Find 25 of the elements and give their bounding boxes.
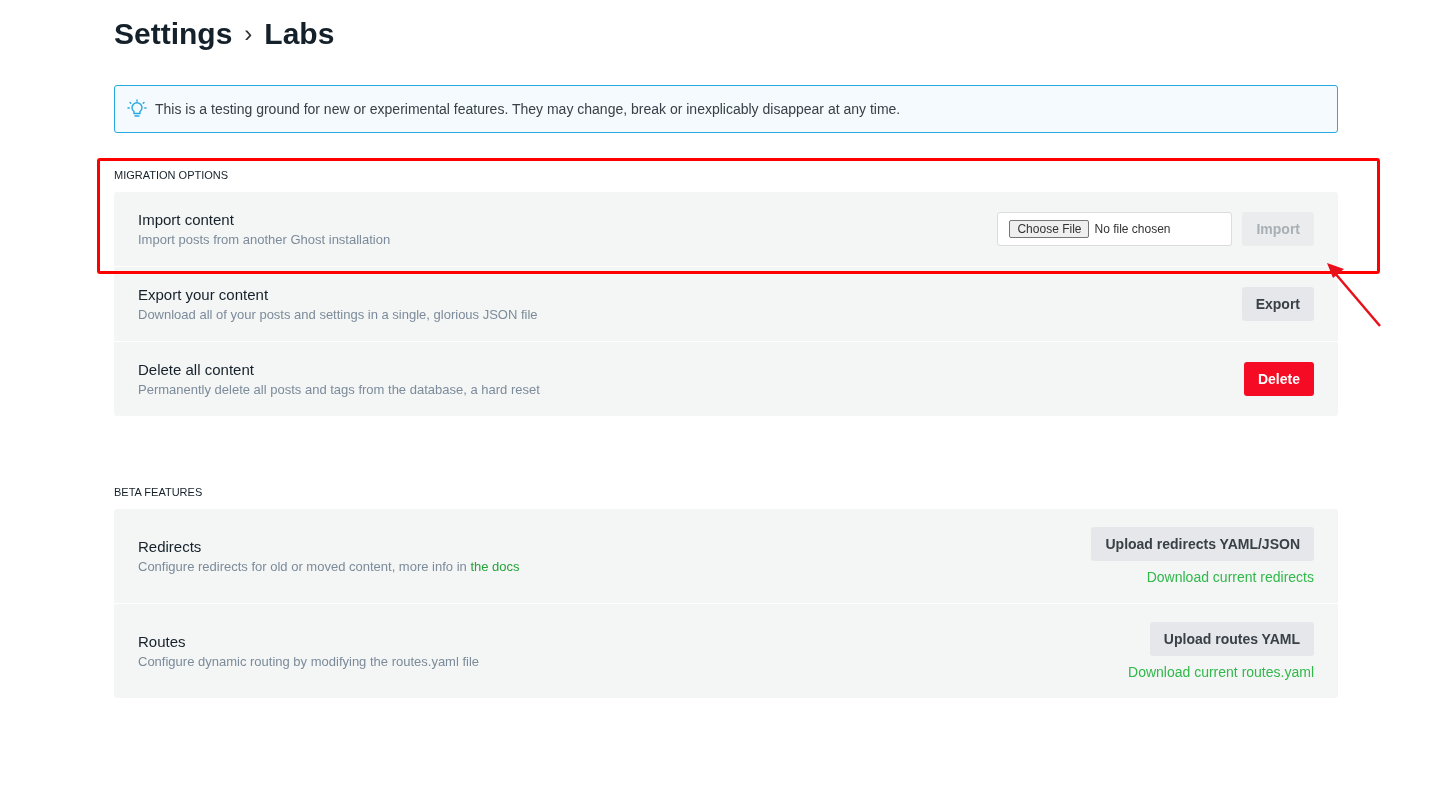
action-button[interactable]: Upload routes YAML [1149,622,1314,656]
row-title: Delete all content [138,361,255,378]
page-title: Labs [264,17,335,51]
annotation-arrow [1327,263,1381,327]
row-description: Import posts from another Ghost installation [138,232,391,247]
row-description: Configure redirects for old or moved content, more info in the docs [138,559,520,574]
action-button[interactable]: Delete [1243,362,1314,396]
row-title: Export your content [138,286,270,303]
breadcrumb-separator: › [244,20,253,48]
file-input[interactable]: Choose File No file chosen [997,212,1233,246]
row-description: Configure dynamic routing by modifying the routes.yaml file [138,654,480,669]
lightbulb-icon [127,99,147,119]
row-title: Routes [138,633,187,650]
row-title: Import content [138,211,235,228]
notice-text: This is a testing ground for new or experimental features. They may change, break or inexplicably disappear at any time. [155,101,901,117]
row-description: Permanently delete all posts and tags from the database, a hard reset [138,382,540,397]
file-status: No file chosen [1094,222,1171,236]
action-button[interactable]: Upload redirects YAML/JSON [1091,527,1314,561]
row-description: Download all of your posts and settings in a single, glorious JSON file [138,307,538,322]
breadcrumb-parent[interactable]: Settings [114,17,233,51]
section-title: BETA FEATURES [114,486,204,498]
action-button[interactable]: Export [1241,287,1314,321]
choose-file-button[interactable]: Choose File [1009,220,1090,238]
row-title: Redirects [138,538,203,555]
section-title: MIGRATION OPTIONS [114,169,230,181]
